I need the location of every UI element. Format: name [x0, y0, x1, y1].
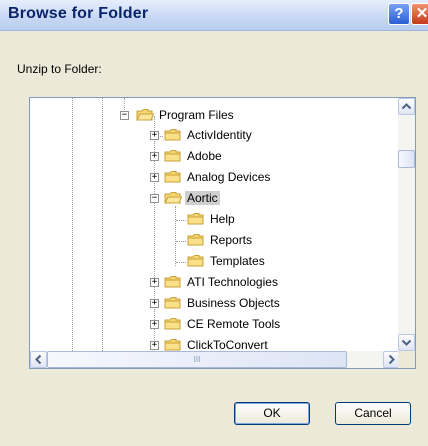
tree-node-business-objects[interactable]: + Business Objects — [30, 295, 390, 315]
tree-node-label: Business Objects — [187, 296, 280, 310]
tree-node-program-files[interactable]: − Program Files — [30, 107, 390, 127]
arrow-left-icon — [35, 354, 42, 365]
tree-node-adobe[interactable]: + Adobe — [30, 148, 390, 168]
folder-icon — [164, 297, 181, 309]
tree-node-label: ClickToConvert — [187, 338, 268, 352]
expand-toggle[interactable]: + — [150, 278, 159, 287]
tree-node-label: Templates — [210, 254, 265, 268]
tree-node-label: ATI Technologies — [187, 275, 278, 289]
tree-branch-line — [176, 220, 186, 221]
open-folder-icon — [164, 192, 182, 204]
folder-icon — [164, 150, 181, 162]
tree-node-ce-remote-tools[interactable]: + CE Remote Tools — [30, 316, 390, 336]
collapse-toggle[interactable]: − — [120, 111, 129, 120]
tree-node-reports[interactable]: Reports — [30, 232, 390, 252]
folder-icon — [187, 213, 204, 225]
folder-icon — [164, 318, 181, 330]
horizontal-scroll-thumb[interactable]: III — [47, 351, 347, 368]
folder-icon — [164, 276, 181, 288]
folder-tree[interactable]: − Program Files + ActivIdentity + Adobe — [29, 97, 416, 369]
ok-button[interactable]: OK — [234, 402, 310, 425]
arrow-up-icon — [401, 103, 412, 110]
tree-node-label: Reports — [210, 233, 253, 247]
close-button[interactable]: ✕ — [411, 3, 428, 25]
folder-icon — [164, 339, 181, 351]
tree-node-label: Analog Devices — [187, 170, 271, 184]
folder-icon — [164, 171, 181, 183]
tree-node-analog-devices[interactable]: + Analog Devices — [30, 169, 390, 189]
tree-branch-line — [176, 241, 186, 242]
scroll-up-button[interactable] — [398, 98, 415, 115]
vertical-scrollbar[interactable] — [398, 98, 415, 351]
folder-icon — [187, 255, 204, 267]
tree-node-templates[interactable]: Templates — [30, 253, 390, 273]
scrollbar-corner — [398, 351, 415, 368]
tree-node-actividentity[interactable]: + ActivIdentity — [30, 127, 390, 147]
tree-node-label: Adobe — [187, 149, 222, 163]
prompt-label: Unzip to Folder: — [17, 62, 102, 76]
vertical-scroll-thumb[interactable] — [398, 150, 415, 168]
tree-node-aortic[interactable]: − Aortic — [30, 190, 390, 210]
help-button[interactable]: ? — [388, 3, 410, 25]
horizontal-scrollbar[interactable]: III — [30, 351, 400, 368]
collapse-toggle[interactable]: − — [150, 194, 159, 203]
expand-toggle[interactable]: + — [150, 320, 159, 329]
scroll-left-button[interactable] — [30, 351, 47, 368]
folder-icon — [164, 129, 181, 141]
expand-toggle[interactable]: + — [150, 341, 159, 350]
tree-node-help[interactable]: Help — [30, 211, 390, 231]
browse-for-folder-dialog: Browse for Folder ? ✕ Unzip to Folder: −… — [0, 0, 428, 446]
open-folder-icon — [136, 109, 154, 121]
expand-toggle[interactable]: + — [150, 131, 159, 140]
cancel-button[interactable]: Cancel — [335, 402, 411, 425]
expand-toggle[interactable]: + — [150, 173, 159, 182]
arrow-down-icon — [401, 339, 412, 346]
scroll-down-button[interactable] — [398, 334, 415, 351]
tree-branch-line — [176, 262, 186, 263]
window-title: Browse for Folder — [8, 5, 149, 22]
expand-toggle[interactable]: + — [150, 299, 159, 308]
tree-node-label-selected: Aortic — [185, 191, 220, 205]
tree-node-label: Program Files — [159, 108, 234, 122]
tree-node-label: ActivIdentity — [187, 128, 252, 142]
tree-node-label: CE Remote Tools — [187, 317, 281, 331]
expand-toggle[interactable]: + — [150, 152, 159, 161]
tree-node-label: Help — [210, 212, 235, 226]
title-bar[interactable]: Browse for Folder ? ✕ — [0, 0, 428, 31]
folder-icon — [187, 234, 204, 246]
tree-node-ati-technologies[interactable]: + ATI Technologies — [30, 274, 390, 294]
arrow-right-icon — [388, 354, 395, 365]
